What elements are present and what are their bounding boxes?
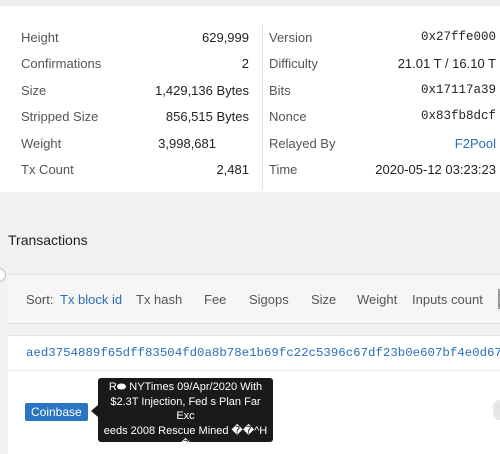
info-row-version: Version 0x27ffe000 bbox=[269, 24, 496, 50]
tooltip-line: � bbox=[102, 438, 269, 442]
sort-option-fee[interactable]: Fee bbox=[204, 292, 226, 307]
sort-label: Sort: bbox=[26, 292, 54, 307]
pool-link[interactable]: F2Pool bbox=[455, 136, 496, 151]
expand-handle[interactable] bbox=[493, 400, 500, 420]
info-value: 2020-05-12 03:23:23 bbox=[375, 161, 496, 177]
info-label: Weight bbox=[21, 135, 62, 151]
info-label: Relayed By bbox=[269, 135, 336, 151]
coinbase-badge[interactable]: Coinbase bbox=[25, 403, 88, 421]
info-row-nonce: Nonce 0x83fb8dcf bbox=[269, 103, 496, 129]
panel-edge-handle bbox=[0, 268, 6, 282]
info-label: Stripped Size bbox=[21, 108, 99, 124]
info-row-time: Time 2020-05-12 03:23:23 bbox=[269, 156, 496, 182]
info-value: 1,429,136 Bytes bbox=[155, 82, 249, 98]
info-row-stripped-size: Stripped Size 856,515 Bytes bbox=[21, 103, 249, 129]
info-value: 3,998,681 bbox=[158, 135, 216, 151]
tooltip-line: eeds 2008 Rescue Mined ��^H bbox=[103, 424, 268, 437]
info-row-size: Size 1,429,136 Bytes bbox=[21, 77, 249, 103]
sort-option-weight[interactable]: Weight bbox=[357, 292, 397, 307]
sort-option-tx-block-id[interactable]: Tx block id bbox=[60, 292, 122, 307]
tooltip-line: R⬬ NYTimes 09/Apr/2020 With bbox=[108, 381, 263, 393]
info-value: 856,515 Bytes bbox=[165, 108, 249, 124]
info-value: 629,999 bbox=[202, 29, 249, 45]
info-label: Version bbox=[269, 29, 313, 45]
tooltip-line: $2.3T Injection, Fed s Plan Far Exc bbox=[110, 395, 261, 423]
sort-option-inputs-count[interactable]: Inputs count bbox=[412, 292, 483, 307]
info-label: Nonce bbox=[269, 108, 307, 124]
info-row-difficulty: Difficulty 21.01 T / 16.10 T bbox=[269, 50, 496, 76]
info-value: 2 bbox=[241, 55, 249, 71]
column-divider bbox=[262, 24, 263, 190]
info-label: Bits bbox=[269, 82, 291, 98]
tooltip-arrow bbox=[91, 405, 98, 417]
info-value: 0x83fb8dcf bbox=[420, 109, 496, 123]
info-value: 21.01 T / 16.10 T bbox=[397, 55, 496, 71]
section-title: Transactions bbox=[8, 232, 88, 248]
sort-option-tx-hash[interactable]: Tx hash bbox=[136, 292, 182, 307]
info-label: Height bbox=[21, 29, 59, 45]
info-label: Time bbox=[269, 161, 298, 177]
info-value: 0x17117a39 bbox=[420, 83, 496, 97]
info-row-height: Height 629,999 bbox=[21, 24, 249, 50]
transactions-header: Transactions bbox=[0, 221, 500, 259]
info-row-relayed-by: Relayed By F2Pool bbox=[269, 130, 496, 156]
block-info-card: Height 629,999 Confirmations 2 Size 1,42… bbox=[0, 6, 500, 192]
info-value: 0x27ffe000 bbox=[420, 30, 496, 44]
divider bbox=[8, 370, 500, 371]
info-label: Difficulty bbox=[269, 55, 318, 71]
sort-option-size[interactable]: Size bbox=[311, 292, 336, 307]
info-label: Confirmations bbox=[21, 55, 102, 71]
info-row-confirmations: Confirmations 2 bbox=[21, 50, 249, 76]
info-value: 2,481 bbox=[216, 161, 249, 177]
sort-bar: Sort: Tx block id Tx hash Fee Sigops Siz… bbox=[8, 274, 500, 324]
info-row-bits: Bits 0x17117a39 bbox=[269, 77, 496, 103]
tx-hash-link[interactable]: aed3754889f65dff83504fd0a8b78e1b69fc22c5… bbox=[26, 346, 500, 360]
info-row-weight: Weight 3,998,681 bbox=[21, 130, 249, 156]
coinbase-tooltip: R⬬ NYTimes 09/Apr/2020 With $2.3T Inject… bbox=[98, 378, 273, 442]
info-row-tx-count: Tx Count 2,481 bbox=[21, 156, 249, 182]
sort-option-sigops[interactable]: Sigops bbox=[249, 292, 289, 307]
info-label: Tx Count bbox=[21, 161, 74, 177]
info-label: Size bbox=[21, 82, 47, 98]
